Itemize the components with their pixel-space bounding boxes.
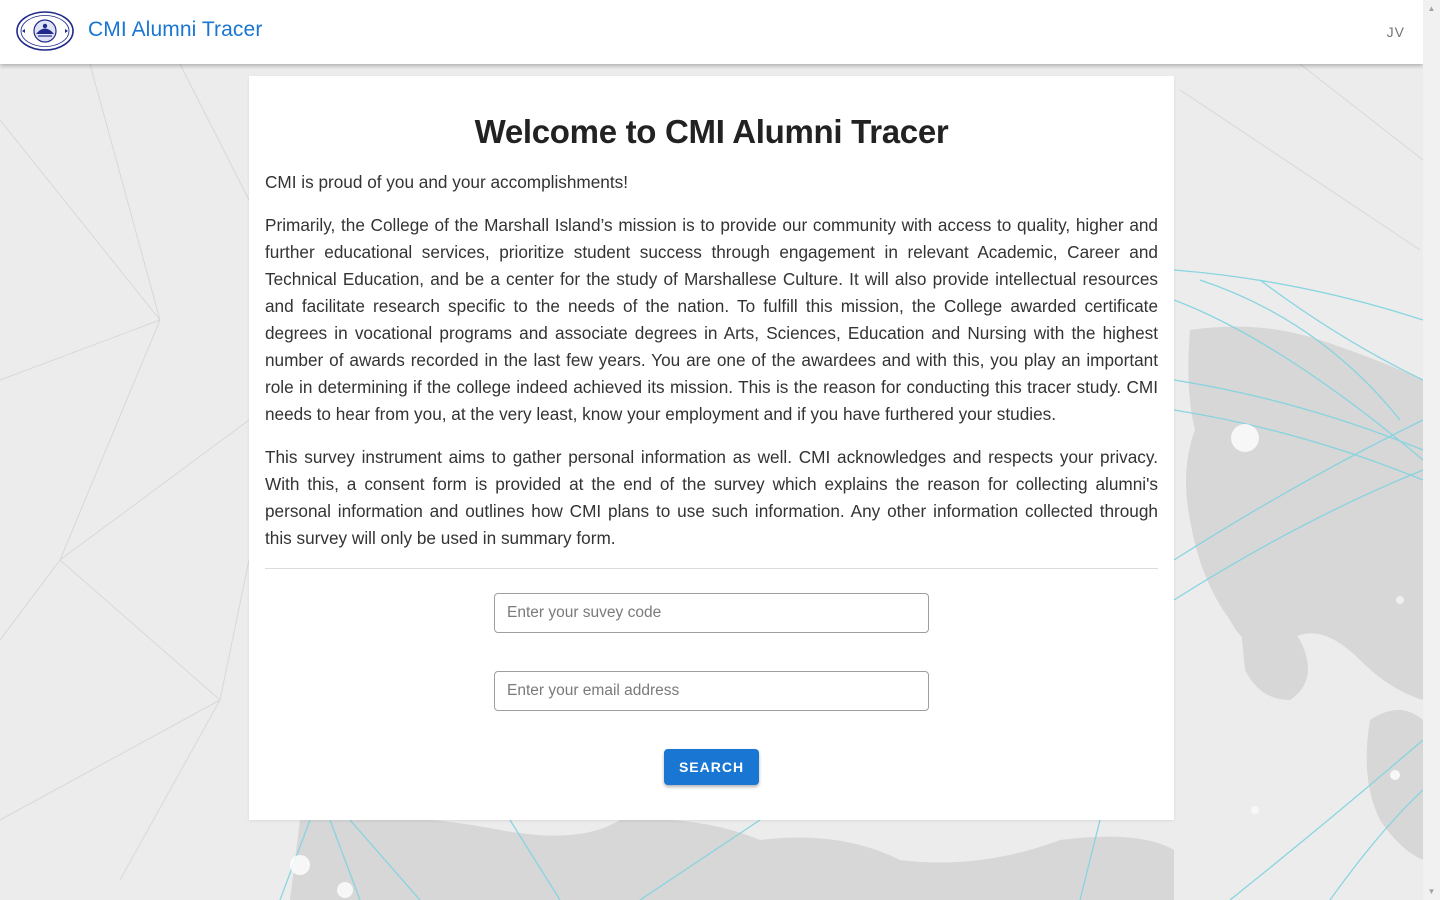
intro-text: CMI is proud of you and your accomplishm… xyxy=(265,172,629,192)
welcome-card: Welcome to CMI Alumni Tracer CMI is prou… xyxy=(249,76,1174,820)
divider xyxy=(265,568,1158,569)
search-button[interactable]: SEARCH xyxy=(664,749,759,785)
app-title[interactable]: CMI Alumni Tracer xyxy=(88,18,262,42)
email-address-input[interactable] xyxy=(494,671,929,711)
scroll-up-icon[interactable]: ▲ xyxy=(1423,0,1440,17)
scroll-down-icon[interactable]: ▼ xyxy=(1423,883,1440,900)
survey-code-input[interactable] xyxy=(494,593,929,633)
mission-text: Primarily, the College of the Marshall I… xyxy=(265,215,1158,424)
privacy-text: This survey instrument aims to gather pe… xyxy=(265,447,1158,548)
vertical-scrollbar[interactable]: ▲ ▼ xyxy=(1423,0,1440,900)
scrollbar-thumb[interactable] xyxy=(1426,17,1437,883)
cmi-seal-logo-icon[interactable] xyxy=(16,11,74,51)
page-title: Welcome to CMI Alumni Tracer xyxy=(474,113,949,150)
top-app-bar: CMI Alumni Tracer JV xyxy=(0,0,1423,64)
user-avatar-initials[interactable]: JV xyxy=(1387,24,1405,40)
